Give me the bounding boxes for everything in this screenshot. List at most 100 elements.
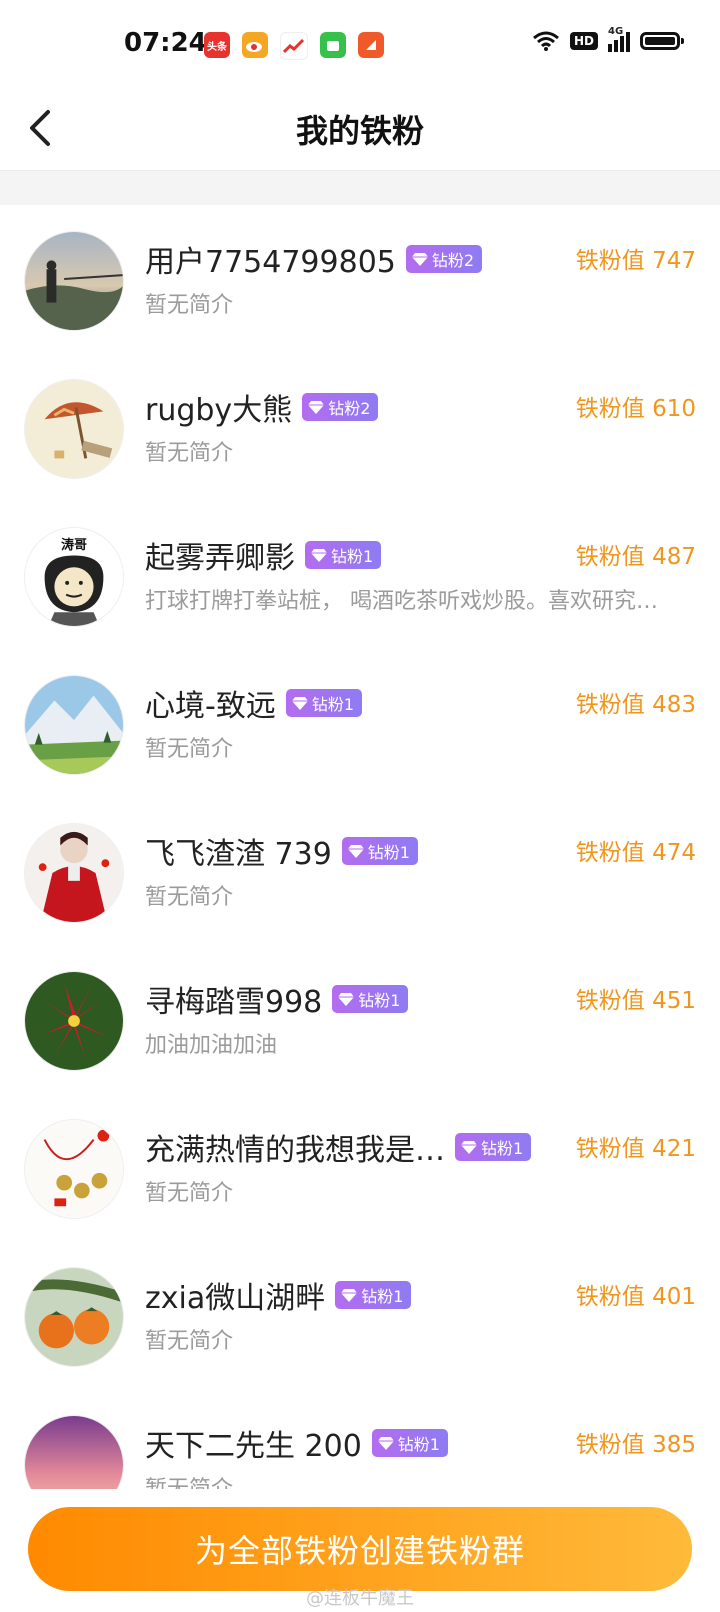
fan-score: 铁粉值 483 bbox=[575, 692, 696, 718]
fan-score: 铁粉值 401 bbox=[575, 1284, 696, 1310]
avatar[interactable] bbox=[24, 231, 124, 331]
divider-band bbox=[0, 171, 720, 205]
watermark: @连板牛魔王 bbox=[306, 1588, 414, 1609]
badge-label: 钻粉1 bbox=[311, 695, 355, 714]
signal-icon: 4G bbox=[608, 26, 630, 52]
fan-bio: 暂无简介 bbox=[145, 293, 234, 318]
badge-label: 钻粉1 bbox=[481, 1139, 524, 1158]
weibo-icon bbox=[242, 32, 268, 58]
diamond-icon bbox=[461, 1141, 477, 1154]
fan-name[interactable]: 充满热情的我想我是… bbox=[145, 1125, 445, 1169]
fan-level-badge: 钻粉1 bbox=[332, 985, 409, 1013]
badge-label: 钻粉1 bbox=[361, 1287, 404, 1306]
fan-score: 铁粉值 747 bbox=[575, 248, 696, 274]
badge-label: 钻粉2 bbox=[431, 251, 475, 270]
fan-list-item[interactable]: 天下二先生 200 钻粉1 铁粉值 385 暂无简介 bbox=[0, 1389, 720, 1489]
toutiao-icon: 头条 bbox=[204, 32, 230, 58]
status-bar: 07:24 头条 HD 4G bbox=[0, 0, 720, 88]
create-fan-group-button[interactable]: 为全部铁粉创建铁粉群 bbox=[28, 1507, 692, 1591]
fan-name[interactable]: 心境-致远 bbox=[145, 681, 276, 725]
fan-score: 铁粉值 421 bbox=[575, 1136, 696, 1162]
fan-name[interactable]: rugby大熊 bbox=[145, 385, 292, 429]
fan-name[interactable]: 起雾弄卿影 bbox=[145, 533, 295, 577]
avatar[interactable] bbox=[24, 823, 124, 923]
fan-name[interactable]: 用户7754799805 bbox=[145, 237, 396, 281]
battery-icon bbox=[640, 32, 684, 50]
fan-list-item[interactable]: 用户7754799805 钻粉2 铁粉值 747 暂无简介 bbox=[0, 205, 720, 353]
name-row: 飞飞渣渣 739 钻粉1 bbox=[145, 829, 418, 873]
fan-name[interactable]: 飞飞渣渣 739 bbox=[145, 829, 332, 873]
fan-level-badge: 钻粉1 bbox=[335, 1281, 412, 1309]
hd-badge: HD bbox=[569, 32, 598, 50]
fan-list-item[interactable]: 涛哥 起雾弄卿影 钻粉1 铁粉值 487 打球打牌打拳站桩， 喝酒吃茶听戏炒股。喜欢研究… bbox=[0, 501, 720, 649]
avatar[interactable] bbox=[24, 379, 124, 479]
fan-bio: 暂无简介 bbox=[145, 1181, 234, 1206]
badge-label: 钻粉1 bbox=[331, 547, 374, 566]
avatar[interactable]: 涛哥 bbox=[24, 527, 124, 627]
fan-level-badge: 钻粉1 bbox=[305, 541, 382, 569]
fan-name[interactable]: 天下二先生 200 bbox=[145, 1421, 362, 1465]
name-row: 寻梅踏雪998 钻粉1 bbox=[145, 977, 409, 1021]
fan-level-badge: 钻粉2 bbox=[405, 245, 483, 273]
fan-score: 铁粉值 474 bbox=[575, 840, 696, 866]
notification-icons: 头条 bbox=[204, 32, 384, 60]
diamond-icon bbox=[411, 253, 428, 266]
fan-bio: 暂无简介 bbox=[145, 1471, 685, 1489]
fan-bio: 暂无简介 bbox=[145, 885, 234, 910]
fan-bio: 加油加油加油 bbox=[145, 1033, 278, 1058]
nav-header: 我的铁粉 bbox=[0, 88, 720, 171]
fan-bio: 打球打牌打拳站桩， 喝酒吃茶听戏炒股。喜欢研究… bbox=[145, 589, 658, 614]
fan-bio: 暂无简介 bbox=[145, 737, 234, 762]
stock-icon bbox=[280, 32, 308, 60]
diamond-icon bbox=[341, 1289, 358, 1302]
network-type: 4G bbox=[608, 26, 624, 37]
avatar[interactable] bbox=[24, 1119, 124, 1219]
name-row: 心境-致远 钻粉1 bbox=[145, 681, 363, 725]
fan-name[interactable]: 寻梅踏雪998 bbox=[145, 977, 322, 1021]
wifi-icon bbox=[533, 31, 559, 51]
battery-level bbox=[645, 37, 675, 45]
name-row: zxia微山湖畔 钻粉1 bbox=[145, 1273, 412, 1317]
fan-level-badge: 钻粉1 bbox=[341, 837, 418, 865]
badge-label: 钻粉1 bbox=[397, 1435, 440, 1454]
name-row: 起雾弄卿影 钻粉1 bbox=[145, 533, 382, 577]
diamond-icon bbox=[291, 697, 308, 710]
fan-list-item[interactable]: zxia微山湖畔 钻粉1 铁粉值 401 暂无简介 bbox=[0, 1241, 720, 1389]
fan-list-item[interactable]: 心境-致远 钻粉1 铁粉值 483 暂无简介 bbox=[0, 649, 720, 797]
avatar-caption: 涛哥 bbox=[60, 538, 87, 553]
fan-list-item[interactable]: 充满热情的我想我是… 钻粉1 铁粉值 421 暂无简介 bbox=[0, 1093, 720, 1241]
fan-list-item[interactable]: 寻梅踏雪998 钻粉1 铁粉值 451 加油加油加油 bbox=[0, 945, 720, 1093]
fan-bio: 暂无简介 bbox=[145, 1329, 234, 1354]
fan-score: 铁粉值 451 bbox=[575, 988, 696, 1014]
fan-name[interactable]: zxia微山湖畔 bbox=[145, 1273, 325, 1317]
fan-level-badge: 钻粉1 bbox=[455, 1133, 532, 1161]
orange-app-icon bbox=[358, 32, 384, 58]
fan-list-item[interactable]: rugby大熊 钻粉2 铁粉值 610 暂无简介 bbox=[0, 353, 720, 501]
avatar[interactable] bbox=[24, 1267, 124, 1367]
badge-label: 钻粉1 bbox=[358, 991, 401, 1010]
name-row: 用户7754799805 钻粉2 bbox=[145, 237, 483, 281]
fan-bio: 暂无简介 bbox=[145, 441, 234, 466]
fan-level-badge: 钻粉1 bbox=[285, 689, 363, 717]
fan-level-badge: 钻粉1 bbox=[371, 1429, 448, 1457]
diamond-icon bbox=[308, 401, 325, 414]
diamond-icon bbox=[347, 845, 364, 858]
status-time: 07:24 bbox=[124, 28, 207, 58]
badge-label: 钻粉1 bbox=[367, 843, 410, 862]
green-app-icon bbox=[320, 32, 346, 58]
status-right: HD 4G bbox=[532, 26, 684, 52]
name-row: 充满热情的我想我是… 钻粉1 bbox=[145, 1125, 532, 1169]
fan-list[interactable]: 用户7754799805 钻粉2 铁粉值 747 暂无简介 rugby大熊 钻粉2 铁粉值 … bbox=[0, 205, 720, 1489]
avatar[interactable] bbox=[24, 1415, 124, 1489]
avatar[interactable] bbox=[24, 675, 124, 775]
diamond-icon bbox=[377, 1437, 394, 1450]
fan-level-badge: 钻粉2 bbox=[302, 393, 379, 421]
page-title: 我的铁粉 bbox=[295, 112, 424, 150]
diamond-icon bbox=[311, 549, 327, 562]
fan-score: 铁粉值 385 bbox=[575, 1432, 696, 1458]
name-row: rugby大熊 钻粉2 bbox=[145, 385, 379, 429]
fan-list-item[interactable]: 飞飞渣渣 739 钻粉1 铁粉值 474 暂无简介 bbox=[0, 797, 720, 945]
name-row: 天下二先生 200 钻粉1 bbox=[145, 1421, 448, 1465]
badge-label: 钻粉2 bbox=[328, 399, 371, 418]
avatar[interactable] bbox=[24, 971, 124, 1071]
